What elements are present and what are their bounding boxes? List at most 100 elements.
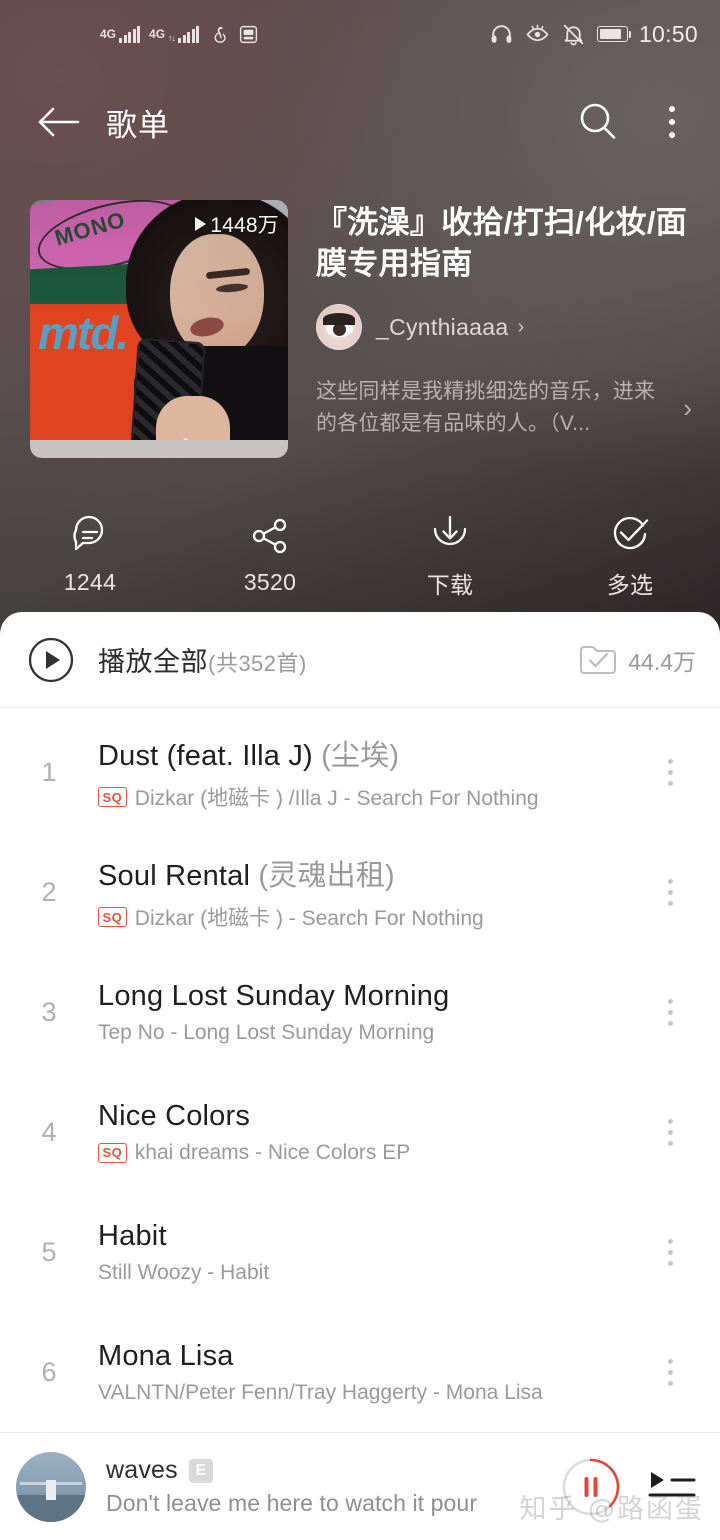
battery-icon (596, 26, 632, 42)
song-body: Soul Rental (灵魂出租) SQ Dizkar (地磁卡 ) - Se… (98, 852, 644, 932)
song-title: Dust (feat. Illa J) (尘埃) (98, 732, 644, 774)
more-vertical-icon (667, 1249, 673, 1255)
netease-music-icon (214, 26, 226, 43)
song-artist-album: VALNTN/Peter Fenn/Tray Haggerty - Mona L… (98, 1380, 543, 1404)
playlist-info: MONO mtd. 1448万 『洗澡』收拾 (0, 200, 720, 458)
song-body: Nice Colors SQ khai dreams - Nice Colors… (98, 1100, 644, 1165)
play-all-text: 播放全部(共352首) (98, 640, 307, 679)
song-title: Habit (98, 1220, 644, 1253)
quality-badge: SQ (98, 907, 127, 927)
quality-badge: SQ (98, 1142, 127, 1163)
top-navigation-bar: 歌单 (0, 86, 720, 158)
song-title-alt: (灵魂出租) (258, 860, 395, 892)
more-vertical-icon (667, 1369, 673, 1375)
play-triangle-icon (195, 217, 207, 231)
playlist-screen: 4G 4G ↑↓ 10:50 歌单 1448万 『洗澡』收拾/打扫/化妆/面膜专… (0, 0, 720, 1540)
song-artist-album: Still Woozy - Habit (98, 1260, 270, 1284)
song-title-main: Dust (feat. Illa J) (98, 740, 322, 772)
table-row[interactable]: 4 Nice Colors SQ khai dreams - Nice Colo… (0, 1072, 720, 1192)
playlist-author[interactable]: _Cynthiaaaa › (316, 304, 692, 351)
collect-count: 44.4万 (628, 648, 696, 675)
table-row[interactable]: 6 Mona Lisa VALNTN/Peter Fenn/Tray Hagge… (0, 1312, 720, 1432)
play-all-label: 播放全部 (98, 647, 208, 677)
collect-button[interactable]: 44.4万 (579, 643, 696, 677)
download-action[interactable]: 下载 (360, 511, 540, 600)
song-more-button[interactable] (644, 1118, 696, 1146)
play-queue-button[interactable] (644, 1460, 698, 1514)
song-index: 1 (41, 756, 57, 787)
song-artist-album: Tep No - Long Lost Sunday Morning (98, 1020, 435, 1044)
data-arrows-icon: ↑↓ (168, 32, 176, 43)
play-all-row[interactable]: 播放全部(共352首) 44.4万 (0, 612, 720, 708)
network-label-1: 4G (100, 26, 117, 41)
play-all-count: (共352首) (208, 651, 307, 676)
action-row: 1244 3520 下载 多选 (0, 500, 720, 610)
song-more-button[interactable] (644, 1238, 696, 1266)
multiselect-icon (613, 516, 649, 549)
table-row[interactable]: 5 Habit Still Woozy - Habit (0, 1192, 720, 1312)
more-vertical-icon (667, 998, 673, 1004)
song-more-button[interactable] (644, 878, 696, 906)
comment-action[interactable]: 1244 (0, 514, 180, 596)
more-options-button[interactable] (652, 94, 692, 150)
now-playing-title: waves (106, 1456, 178, 1484)
playlist-description-row[interactable]: 这些同样是我精挑细选的音乐，进来的各位都是有品味的人。（V... › (316, 376, 692, 440)
author-name: _Cynthiaaaa (376, 313, 509, 340)
multiselect-action[interactable]: 多选 (540, 511, 720, 600)
more-vertical-icon (667, 1380, 673, 1386)
status-bar: 4G 4G ↑↓ 10:50 (0, 0, 720, 68)
headphone-icon (491, 24, 512, 43)
back-arrow-icon (38, 107, 80, 137)
network-label-2: 4G (149, 26, 166, 41)
folder-check-icon (580, 645, 617, 674)
more-vertical-icon (669, 119, 675, 125)
song-index: 4 (41, 1116, 57, 1147)
song-body: Habit Still Woozy - Habit (98, 1220, 644, 1285)
song-more-button[interactable] (644, 998, 696, 1026)
song-title-main: Long Lost Sunday Morning (98, 979, 450, 1012)
pause-button[interactable] (560, 1456, 622, 1518)
more-vertical-icon (669, 132, 675, 138)
play-queue-icon (648, 1471, 696, 1496)
more-vertical-icon (667, 780, 673, 786)
now-playing-cover[interactable] (16, 1451, 86, 1522)
song-more-button[interactable] (644, 758, 696, 786)
table-row[interactable]: 3 Long Lost Sunday Morning Tep No - Long… (0, 952, 720, 1072)
song-title-main: Soul Rental (98, 860, 259, 892)
more-vertical-icon (667, 1009, 673, 1015)
now-playing-title-row: waves E (106, 1456, 560, 1485)
song-artist-album: Dizkar (地磁卡 ) - Search For Nothing (134, 907, 484, 930)
search-button[interactable] (570, 94, 626, 150)
table-row[interactable]: 1 Dust (feat. Illa J) (尘埃) SQ Dizkar (地磁… (0, 712, 720, 832)
song-subtitle: Tep No - Long Lost Sunday Morning (98, 1021, 644, 1045)
share-count: 3520 (243, 569, 297, 595)
app-icon (239, 25, 258, 43)
comment-count: 1244 (63, 569, 117, 595)
mini-player[interactable]: waves E Don't leave me here to watch it … (0, 1432, 720, 1540)
song-title: Soul Rental (灵魂出租) (98, 852, 644, 894)
pause-icon (562, 1458, 620, 1515)
song-subtitle: SQ khai dreams - Nice Colors EP (98, 1141, 644, 1165)
play-count-badge: 1448万 (195, 209, 279, 239)
more-vertical-icon (667, 900, 673, 906)
back-button[interactable] (32, 96, 84, 148)
avatar (316, 304, 362, 351)
song-title: Mona Lisa (98, 1340, 644, 1373)
song-more-button[interactable] (644, 1358, 696, 1386)
more-vertical-icon (667, 1118, 673, 1124)
play-count-value: 1448万 (210, 214, 279, 237)
song-artist-album: Dizkar (地磁卡 ) /Illa J - Search For Nothi… (134, 787, 539, 810)
song-subtitle: Still Woozy - Habit (98, 1261, 644, 1285)
more-vertical-icon (669, 106, 675, 112)
table-row[interactable]: 2 Soul Rental (灵魂出租) SQ Dizkar (地磁卡 ) - … (0, 832, 720, 952)
search-icon (580, 103, 616, 139)
status-bar-clock: 10:50 (638, 20, 698, 47)
song-index: 6 (41, 1356, 57, 1387)
playlist-cover[interactable]: MONO mtd. 1448万 (30, 200, 288, 458)
song-index: 5 (41, 1236, 57, 1267)
share-action[interactable]: 3520 (180, 514, 360, 596)
song-title: Nice Colors (98, 1100, 644, 1133)
play-all-button[interactable] (26, 635, 76, 685)
quality-badge: SQ (98, 787, 127, 807)
page-title: 歌单 (106, 107, 170, 143)
